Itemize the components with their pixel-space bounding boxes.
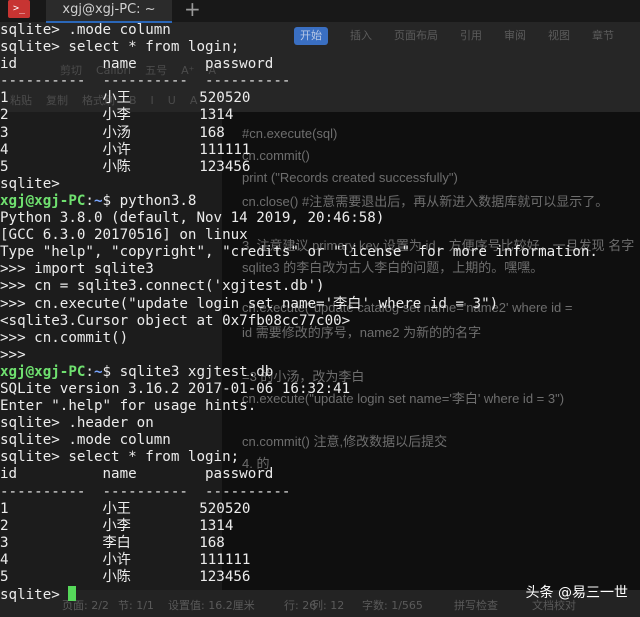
terminal-text: >>> cn.execute("update login set name='李… — [0, 295, 499, 312]
prompt-user-host: xgj@xgj-PC — [0, 192, 86, 209]
terminal-text: 2 小李 1314 — [0, 107, 234, 124]
terminal-text: [GCC 6.3.0 20170516] on linux — [0, 227, 248, 244]
terminal-line: sqlite> select * from login; — [0, 39, 640, 56]
terminal-text: 3 李白 168 — [0, 534, 225, 551]
terminal-line: >>> import sqlite3 — [0, 261, 640, 278]
terminal-text: <sqlite3.Cursor object at 0x7fb08cc77c00… — [0, 312, 351, 329]
terminal-line: sqlite> .header on — [0, 415, 640, 432]
terminal-line: >>> — [0, 347, 640, 364]
terminal-line: SQLite version 3.16.2 2017-01-06 16:32:4… — [0, 381, 640, 398]
terminal-line: Type "help", "copyright", "credits" or "… — [0, 244, 640, 261]
terminal-text: sqlite> — [0, 175, 60, 192]
prompt-path: ~ — [93, 192, 103, 209]
terminal-text: 2 小李 1314 — [0, 517, 234, 534]
terminal-line: >>> cn.execute("update login set name='李… — [0, 296, 640, 313]
terminal-text: Enter ".help" for usage hints. — [0, 398, 257, 415]
terminal-line: <sqlite3.Cursor object at 0x7fb08cc77c00… — [0, 313, 640, 330]
terminal-text: sqlite> select * from login; — [0, 449, 240, 466]
terminal-text: sqlite> — [0, 587, 69, 604]
terminal-text: ---------- ---------- ---------- — [0, 483, 291, 500]
terminal-text: sqlite> .mode column — [0, 22, 171, 38]
new-tab-button[interactable]: + — [184, 0, 201, 20]
terminal-line: 5 小陈 123456 — [0, 159, 640, 176]
terminal-line: ---------- ---------- ---------- — [0, 484, 640, 501]
terminal-line: 1 小王 520520 — [0, 501, 640, 518]
terminal-text: >>> import sqlite3 — [0, 261, 154, 278]
terminal-line: 3 李白 168 — [0, 535, 640, 552]
terminal-text: >>> cn = sqlite3.connect('xgjtest.db') — [0, 278, 325, 295]
terminal-line: Python 3.8.0 (default, Nov 14 2019, 20:4… — [0, 210, 640, 227]
terminal-text: id name password — [0, 56, 274, 73]
terminal-text: 1 小王 520520 — [0, 90, 251, 107]
terminal-text: $ sqlite3 xgjtest.db — [102, 363, 274, 380]
terminal-text: sqlite> .mode column — [0, 432, 171, 449]
terminal-line: ---------- ---------- ---------- — [0, 73, 640, 90]
terminal-line: sqlite> .mode column — [0, 22, 640, 39]
terminal-line: 2 小李 1314 — [0, 518, 640, 535]
prompt-path: ~ — [93, 363, 103, 380]
terminal-output[interactable]: sqlite> .mode column sqlite> select * fro… — [0, 22, 640, 603]
terminal-line: 4 小许 111111 — [0, 142, 640, 159]
terminal-line: 2 小李 1314 — [0, 107, 640, 124]
terminal-text: id name password — [0, 466, 274, 483]
terminal-text: 4 小许 111111 — [0, 141, 251, 158]
terminal-text: 1 小王 520520 — [0, 500, 251, 517]
terminal-line: xgj@xgj-PC:~$ python3.8 — [0, 193, 640, 210]
terminal-tab-bar: >_ xgj@xgj-PC: ~ + — [0, 0, 640, 23]
terminal-text: SQLite version 3.16.2 2017-01-06 16:32:4… — [0, 380, 351, 397]
terminal-text: Type "help", "copyright", "credits" or "… — [0, 244, 598, 261]
prompt-user-host: xgj@xgj-PC — [0, 363, 86, 380]
tab-terminal-session[interactable]: xgj@xgj-PC: ~ — [46, 0, 172, 23]
terminal-line: id name password — [0, 466, 640, 483]
terminal-text: 5 小陈 123456 — [0, 569, 251, 585]
terminal-text: >>> cn.commit() — [0, 329, 129, 346]
terminal-icon[interactable]: >_ — [8, 0, 30, 18]
terminal-text: ---------- ---------- ---------- — [0, 73, 291, 90]
terminal-text: Python 3.8.0 (default, Nov 14 2019, 20:4… — [0, 210, 385, 227]
terminal-text: : — [85, 192, 94, 209]
terminal-line: sqlite> .mode column — [0, 432, 640, 449]
terminal-line: xgj@xgj-PC:~$ sqlite3 xgjtest.db — [0, 364, 640, 381]
terminal-cursor — [68, 586, 77, 602]
terminal-line: [GCC 6.3.0 20170516] on linux — [0, 227, 640, 244]
terminal-line: 1 小王 520520 — [0, 90, 640, 107]
terminal-text: sqlite> select * from login; — [0, 39, 240, 56]
terminal-line: 4 小许 111111 — [0, 552, 640, 569]
terminal-text: 5 小陈 123456 — [0, 158, 251, 175]
terminal-text: 4 小许 111111 — [0, 551, 251, 568]
terminal-line: sqlite> select * from login; — [0, 449, 640, 466]
terminal-line: id name password — [0, 56, 640, 73]
terminal-text: >>> — [0, 346, 26, 363]
terminal-line: >>> cn = sqlite3.connect('xgjtest.db') — [0, 278, 640, 295]
terminal-line: >>> cn.commit() — [0, 330, 640, 347]
terminal-text: sqlite> .header on — [0, 415, 154, 432]
terminal-line: 3 小汤 168 — [0, 125, 640, 142]
terminal-text: : — [85, 363, 94, 380]
terminal-text: $ python3.8 — [102, 192, 197, 209]
terminal-line: sqlite> — [0, 176, 640, 193]
watermark-text: 头条 @易三一世 — [525, 585, 628, 601]
terminal-text: 3 小汤 168 — [0, 124, 225, 141]
terminal-line: Enter ".help" for usage hints. — [0, 398, 640, 415]
